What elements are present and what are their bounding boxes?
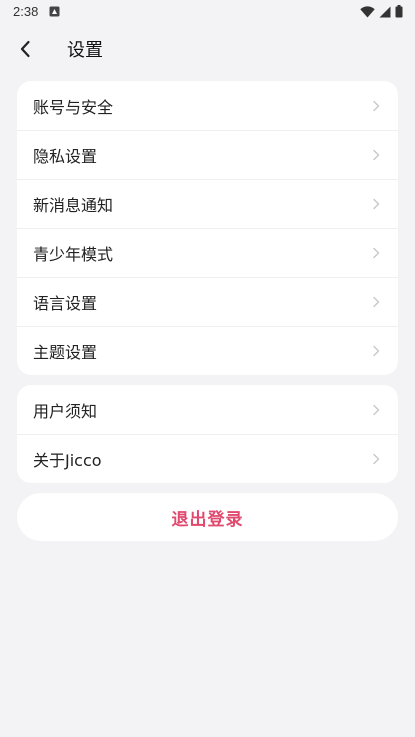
- settings-item-privacy[interactable]: 隐私设置: [17, 130, 398, 179]
- settings-item-label: 关于Jicco: [33, 451, 102, 470]
- chevron-right-icon: [373, 404, 380, 415]
- chevron-right-icon: [373, 247, 380, 259]
- settings-item-theme[interactable]: 主题设置: [17, 326, 398, 375]
- chevron-right-icon: [373, 198, 380, 210]
- chevron-right-icon: [373, 453, 380, 465]
- settings-item-label: 隐私设置: [33, 147, 98, 166]
- settings-item-label: 账号与安全: [33, 97, 114, 117]
- android-notification-icon: [49, 6, 60, 17]
- chevron-right-icon: [373, 345, 380, 357]
- logout-button[interactable]: 退出登录: [17, 493, 398, 541]
- settings-group-main: 账号与安全 隐私设置 新消息通知 青少年模式 语言设置 主题设置: [17, 81, 398, 375]
- status-icons: [360, 5, 403, 18]
- chevron-right-icon: [373, 149, 380, 161]
- back-button[interactable]: [10, 34, 40, 64]
- settings-item-label: 用户须知: [33, 401, 98, 421]
- status-time: 2:38: [13, 4, 39, 19]
- page-title: 设置: [67, 40, 103, 61]
- settings-item-account-security[interactable]: 账号与安全: [17, 81, 398, 130]
- chevron-right-icon: [373, 296, 380, 308]
- settings-item-label: 主题设置: [33, 343, 98, 362]
- settings-item-language[interactable]: 语言设置: [17, 277, 398, 326]
- settings-item-user-notice[interactable]: 用户须知: [17, 385, 398, 434]
- wifi-icon: [360, 5, 375, 17]
- cell-signal-icon: [379, 6, 391, 17]
- settings-item-label: 语言设置: [33, 294, 98, 313]
- settings-item-notifications[interactable]: 新消息通知: [17, 179, 398, 228]
- status-bar: 2:38: [0, 0, 415, 24]
- logout-label: 退出登录: [171, 509, 244, 530]
- settings-item-label: 青少年模式: [33, 245, 114, 264]
- settings-group-about: 用户须知 关于Jicco: [17, 385, 398, 483]
- settings-item-about[interactable]: 关于Jicco: [17, 434, 398, 483]
- battery-icon: [395, 5, 403, 18]
- chevron-right-icon: [373, 100, 380, 111]
- settings-item-label: 新消息通知: [33, 196, 114, 215]
- settings-item-teen-mode[interactable]: 青少年模式: [17, 228, 398, 277]
- chevron-left-icon: [20, 40, 30, 58]
- header: 设置: [0, 24, 415, 72]
